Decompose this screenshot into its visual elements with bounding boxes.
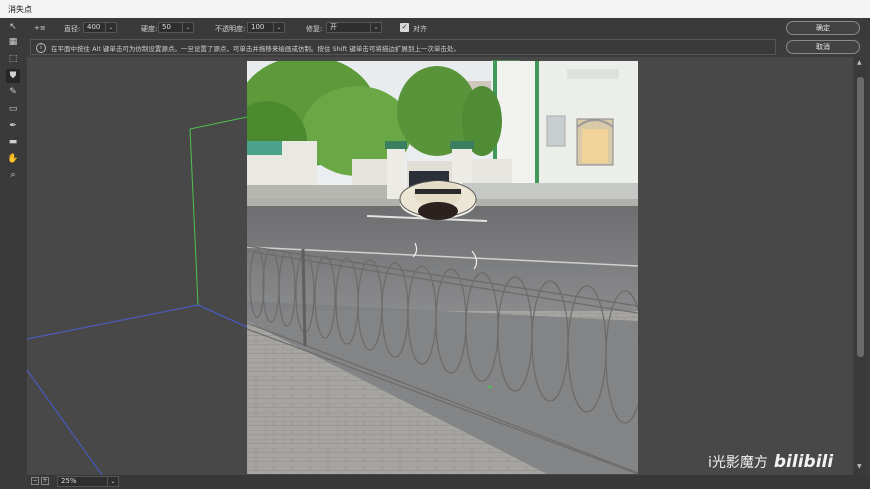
watermark: i光影魔方 bilibili [708, 452, 833, 472]
zoom-in-icon[interactable]: + [41, 477, 49, 485]
document-image[interactable] [247, 61, 638, 474]
vertical-scrollbar[interactable]: ▲ ▼ [855, 57, 866, 475]
scroll-down-icon[interactable]: ▼ [857, 463, 862, 470]
zoom-select[interactable]: 25% ⌄ [57, 476, 119, 487]
status-bar: − + 25% ⌄ [27, 475, 870, 489]
watermark-text: i光影魔方 [708, 455, 768, 471]
scroll-thumb[interactable] [857, 77, 864, 357]
scroll-up-icon[interactable]: ▲ [857, 59, 862, 66]
chevron-down-icon[interactable]: ⌄ [107, 477, 118, 486]
zoom-out-icon[interactable]: − [31, 477, 39, 485]
bilibili-logo: bilibili [773, 452, 834, 472]
